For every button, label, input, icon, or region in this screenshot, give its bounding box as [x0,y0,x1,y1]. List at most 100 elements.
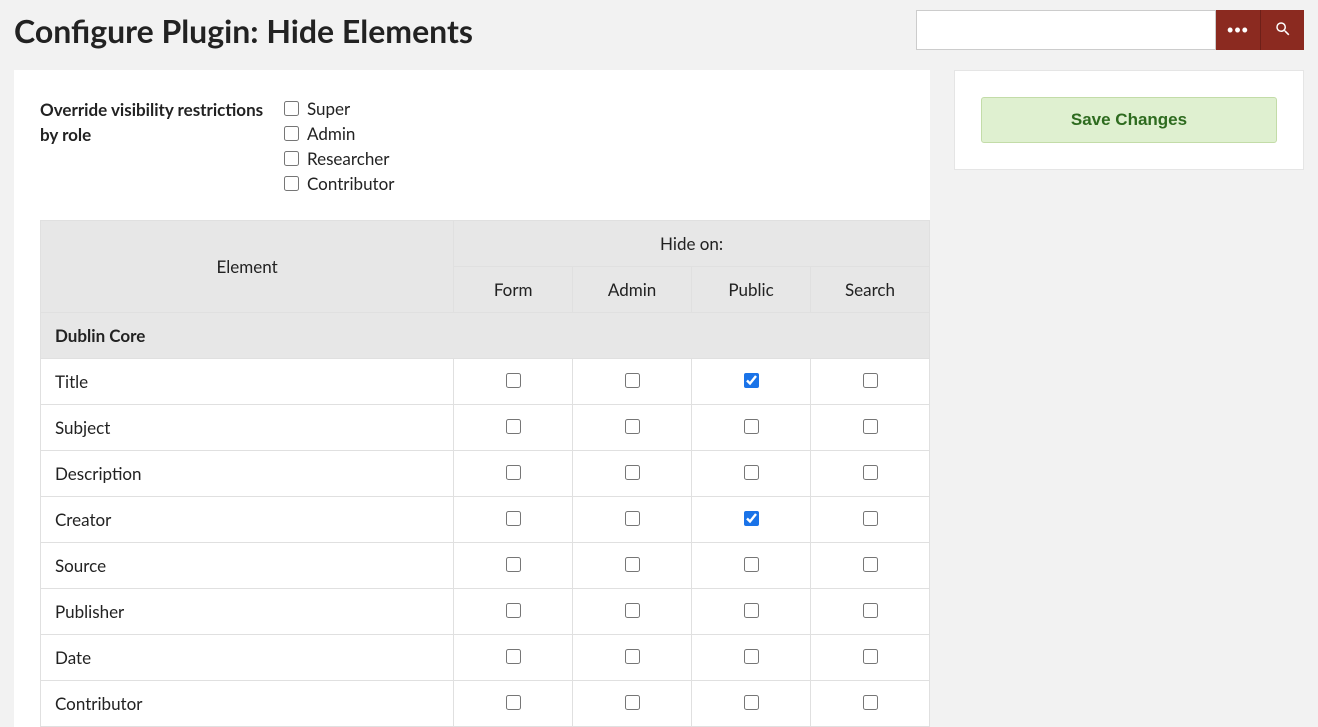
hide-checkbox[interactable] [744,557,759,572]
checkbox-cell [573,589,692,635]
hide-checkbox[interactable] [625,419,640,434]
checkbox-cell [692,497,811,543]
search-input[interactable] [916,10,1216,50]
checkbox-cell [454,451,573,497]
table-row: Description [41,451,930,497]
role-item[interactable]: Researcher [284,148,394,169]
hide-checkbox[interactable] [863,465,878,480]
search-options-button[interactable]: ••• [1216,10,1260,50]
hide-checkbox[interactable] [506,557,521,572]
checkbox-cell [692,405,811,451]
checkbox-cell [692,589,811,635]
hide-checkbox[interactable] [506,695,521,710]
checkbox-cell [454,681,573,727]
role-checkbox[interactable] [284,101,299,116]
checkbox-cell [811,405,930,451]
hide-checkbox[interactable] [744,419,759,434]
checkbox-cell [454,635,573,681]
hide-checkbox[interactable] [744,649,759,664]
checkbox-cell [692,359,811,405]
element-name-cell: Source [41,543,454,589]
hide-checkbox[interactable] [506,419,521,434]
hide-checkbox[interactable] [863,649,878,664]
checkbox-cell [454,359,573,405]
checkbox-cell [692,635,811,681]
table-row: Publisher [41,589,930,635]
checkbox-cell [573,543,692,589]
hide-checkbox[interactable] [863,557,878,572]
hide-checkbox[interactable] [625,511,640,526]
hide-checkbox[interactable] [863,511,878,526]
table-row: Date [41,635,930,681]
hide-checkbox[interactable] [625,373,640,388]
checkbox-cell [811,359,930,405]
checkbox-cell [573,451,692,497]
hide-checkbox[interactable] [625,465,640,480]
hide-checkbox[interactable] [863,419,878,434]
hide-checkbox[interactable] [863,695,878,710]
hide-checkbox[interactable] [625,695,640,710]
elements-table: Element Hide on: FormAdminPublicSearch D… [40,220,930,727]
hide-checkbox[interactable] [744,603,759,618]
hide-checkbox[interactable] [625,649,640,664]
role-label: Contributor [307,173,394,194]
hide-checkbox[interactable] [506,649,521,664]
element-name-cell: Date [41,635,454,681]
hide-checkbox[interactable] [506,373,521,388]
role-label: Super [307,98,350,119]
table-row: Contributor [41,681,930,727]
role-checkbox[interactable] [284,126,299,141]
checkbox-cell [454,497,573,543]
hide-checkbox[interactable] [863,373,878,388]
column-header: Admin [573,267,692,313]
element-name-cell: Publisher [41,589,454,635]
hide-checkbox[interactable] [744,465,759,480]
table-row: Title [41,359,930,405]
hide-checkbox[interactable] [744,695,759,710]
role-checkbox[interactable] [284,176,299,191]
checkbox-cell [811,451,930,497]
checkbox-cell [692,451,811,497]
section-title: Dublin Core [41,313,930,359]
checkbox-cell [692,543,811,589]
role-item[interactable]: Admin [284,123,394,144]
checkbox-cell [573,497,692,543]
search-submit-button[interactable] [1260,10,1304,50]
hide-checkbox[interactable] [506,465,521,480]
checkbox-cell [454,405,573,451]
checkbox-cell [811,635,930,681]
role-list: Super Admin Researcher Contributor [284,98,394,194]
side-panel: Save Changes [954,70,1304,170]
main-panel: Override visibility restrictions by role… [14,70,930,727]
element-name-cell: Creator [41,497,454,543]
element-name-cell: Contributor [41,681,454,727]
override-label: Override visibility restrictions by role [40,98,284,147]
hide-checkbox[interactable] [625,603,640,618]
column-header: Search [811,267,930,313]
hide-on-header: Hide on: [454,221,930,267]
hide-checkbox[interactable] [506,603,521,618]
search-icon [1274,20,1292,41]
checkbox-cell [573,635,692,681]
role-checkbox[interactable] [284,151,299,166]
column-header: Public [692,267,811,313]
column-header: Form [454,267,573,313]
role-label: Admin [307,123,355,144]
save-changes-button[interactable]: Save Changes [981,97,1277,143]
role-item[interactable]: Super [284,98,394,119]
element-name-cell: Subject [41,405,454,451]
hide-checkbox[interactable] [744,511,759,526]
element-column-header: Element [41,221,454,313]
checkbox-cell [811,681,930,727]
hide-checkbox[interactable] [744,373,759,388]
role-item[interactable]: Contributor [284,173,394,194]
element-name-cell: Title [41,359,454,405]
role-label: Researcher [307,148,389,169]
search-container: ••• [916,10,1304,50]
checkbox-cell [811,589,930,635]
hide-checkbox[interactable] [625,557,640,572]
hide-checkbox[interactable] [506,511,521,526]
hide-checkbox[interactable] [863,603,878,618]
checkbox-cell [692,681,811,727]
table-row: Source [41,543,930,589]
